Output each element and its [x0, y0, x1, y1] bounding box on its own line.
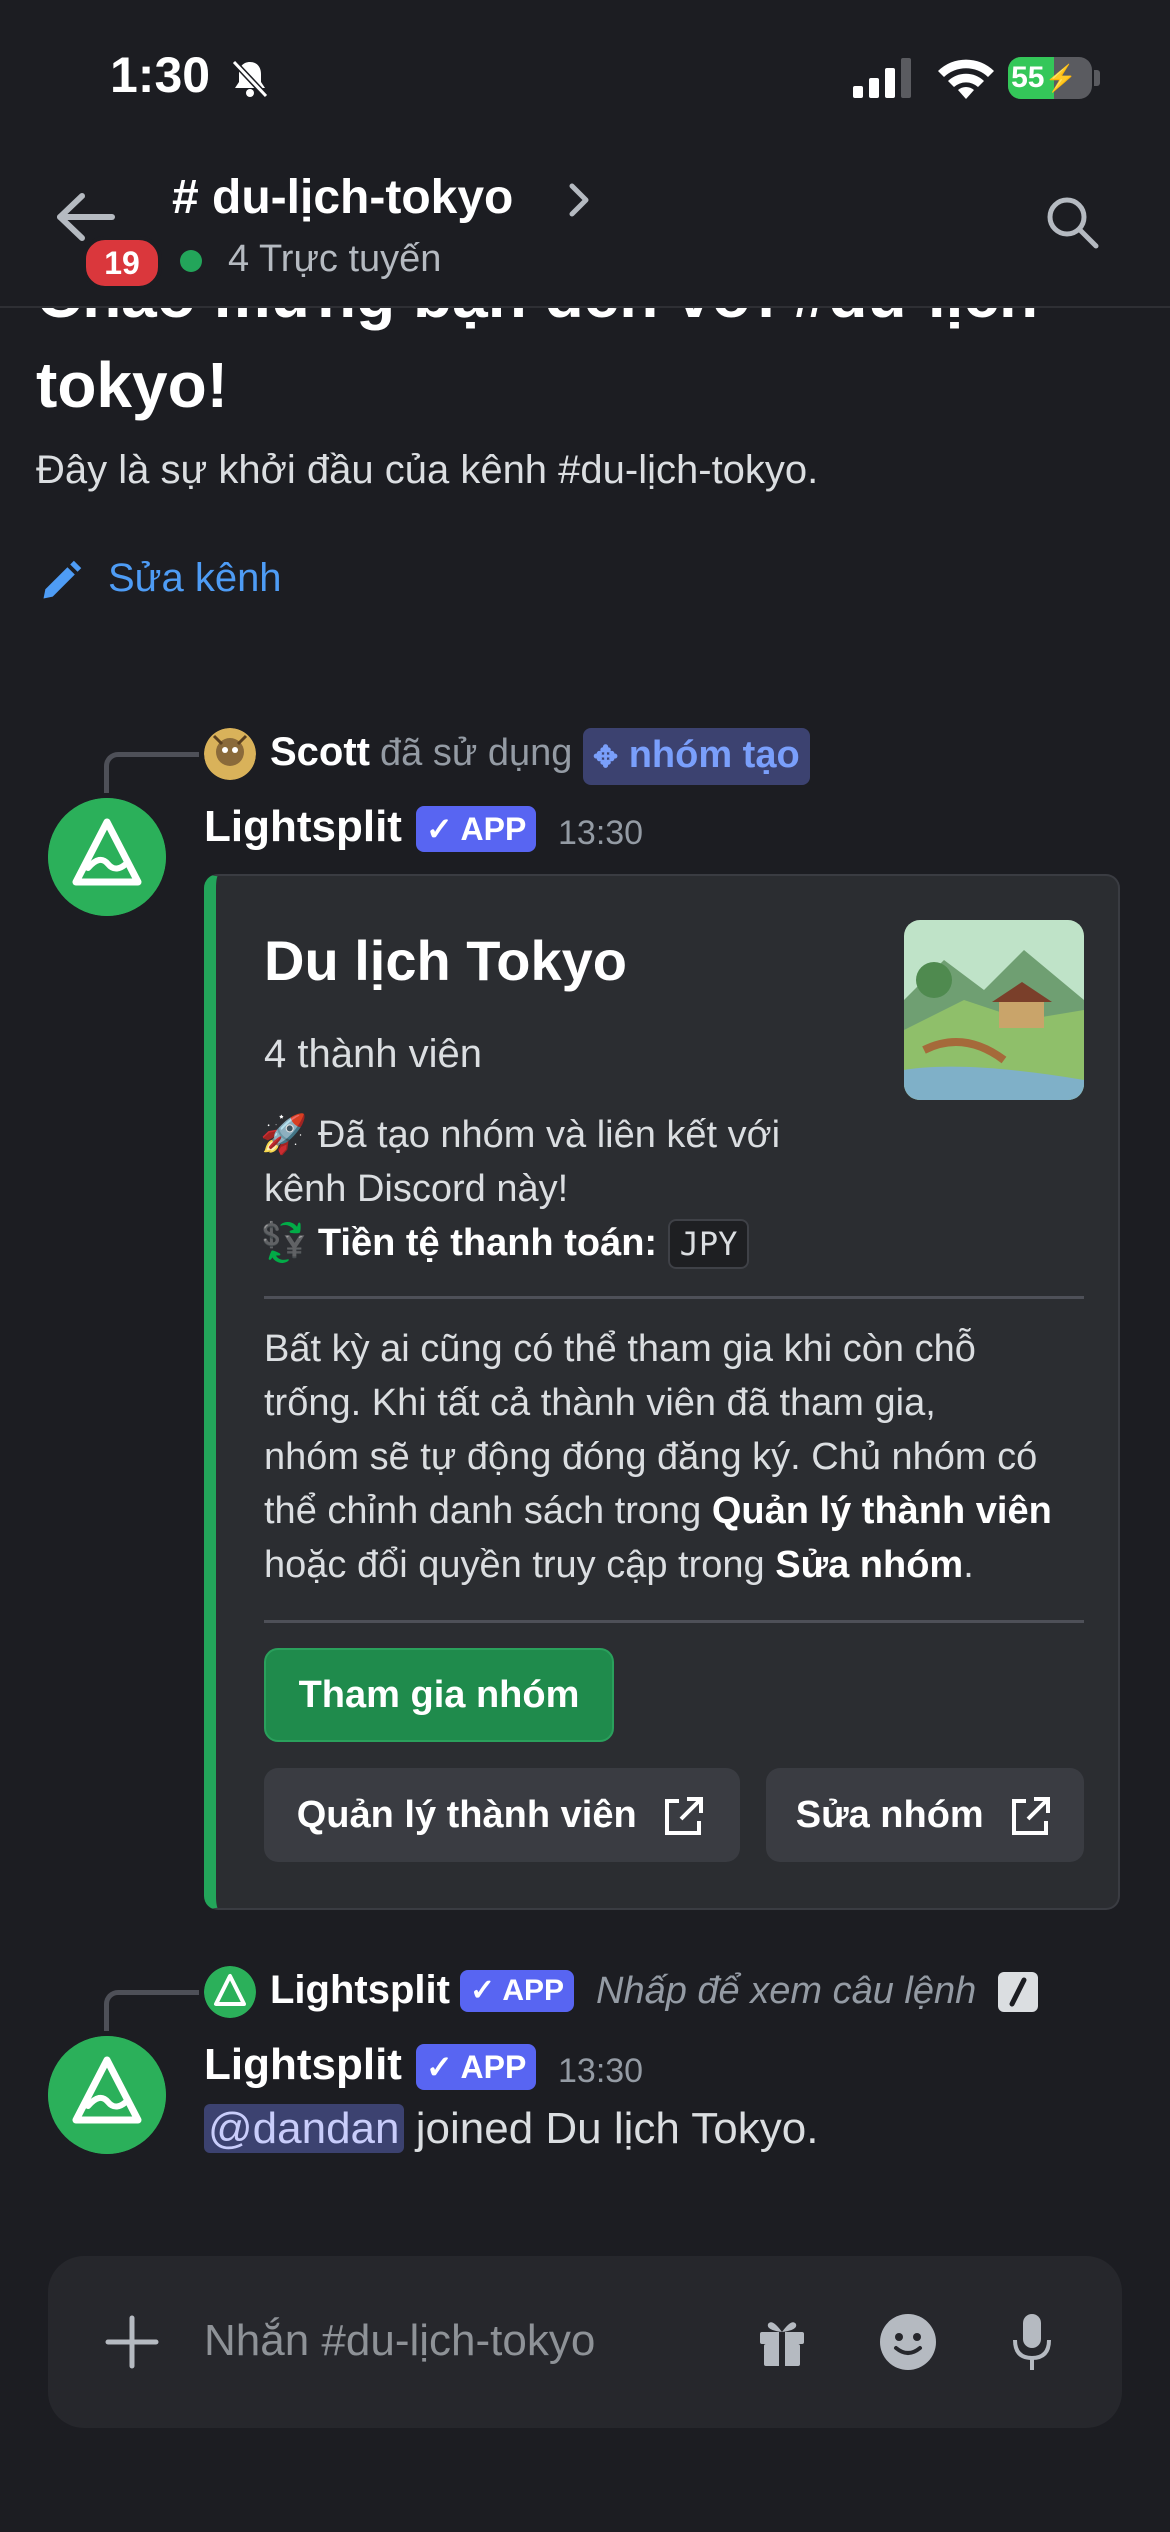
battery-indicator: 55⚡: [1008, 57, 1092, 99]
join-group-button[interactable]: Tham gia nhóm: [264, 1648, 614, 1742]
message-author[interactable]: Lightsplit: [204, 802, 402, 852]
emoji-icon[interactable]: [878, 2312, 938, 2372]
embed-divider-2: [264, 1620, 1084, 1623]
currency-value: JPY: [667, 1219, 750, 1269]
embed-desc-line2: trống. Khi tất cả thành viên đã tham gia…: [264, 1382, 936, 1424]
check-icon: ✓: [426, 811, 453, 847]
check-icon: ✓: [426, 2049, 453, 2085]
battery-percent: 55: [1011, 61, 1045, 94]
slash-command-icon: [998, 1972, 1038, 2012]
status-time: 1:30: [110, 47, 211, 103]
lightsplit-avatar[interactable]: [48, 2036, 166, 2154]
search-icon[interactable]: [1044, 194, 1100, 250]
command-pill[interactable]: ✥ nhóm tạo: [583, 728, 810, 785]
ref-action-text: đã sử dụng: [380, 732, 573, 774]
message-text: joined Du lịch Tokyo.: [403, 2104, 819, 2153]
desc-line4-text: thể chỉnh danh sách trong: [264, 1490, 712, 1532]
microphone-icon[interactable]: [1010, 2312, 1054, 2372]
online-count: 4 Trực tuyến: [228, 238, 442, 280]
desc-line5-end: .: [963, 1544, 974, 1586]
desc-line4-bold: Quản lý thành viên: [711, 1490, 1052, 1532]
message-body: @dandan joined Du lịch Tokyo.: [204, 2104, 818, 2154]
embed-line2: kênh Discord này!: [264, 1168, 569, 1210]
unread-badge: 19: [82, 236, 162, 290]
user-mention[interactable]: @dandan: [204, 2104, 404, 2153]
message-composer: Nhắn #du-lịch-tokyo: [48, 2256, 1122, 2428]
embed-desc-line4: thể chỉnh danh sách trong Quản lý thành …: [264, 1484, 1052, 1538]
external-link-icon: [1012, 1796, 1051, 1835]
currency-icon: 💱: [260, 1222, 308, 1264]
lightsplit-avatar[interactable]: [48, 798, 166, 916]
ref-hint[interactable]: Nhấp để xem câu lệnh: [596, 1970, 976, 2013]
check-icon: ✓: [470, 1974, 496, 2007]
message-timestamp: 13:30: [558, 814, 644, 852]
embed-title: Du lịch Tokyo: [264, 929, 627, 992]
embed-thumbnail[interactable]: [904, 920, 1084, 1100]
scott-avatar[interactable]: [204, 728, 256, 780]
chevron-right-icon[interactable]: [566, 180, 592, 220]
charging-icon: ⚡: [1044, 63, 1077, 93]
ref-app-tag-label: APP: [502, 1974, 565, 2007]
bell-muted-icon: [231, 59, 269, 99]
plus-icon[interactable]: [104, 2314, 160, 2370]
embed-divider: [264, 1296, 1084, 1299]
embed-desc-line5: hoặc đổi quyền truy cập trong Sửa nhóm.: [264, 1538, 974, 1592]
battery-nub: [1094, 70, 1100, 86]
command-name: nhóm tạo: [628, 734, 800, 776]
manage-members-label: Quản lý thành viên: [296, 1794, 637, 1836]
message-timestamp: 13:30: [558, 2052, 644, 2090]
wifi-icon: [938, 59, 994, 99]
embed-currency-row: 💱 Tiền tệ thanh toán: JPY: [260, 1216, 750, 1271]
pencil-icon[interactable]: [38, 556, 84, 606]
ref-username[interactable]: Lightsplit: [270, 1968, 450, 2013]
app-tag-label: APP: [460, 2049, 527, 2085]
ref-username[interactable]: Scott: [270, 730, 370, 775]
embed-line1: 🚀 Đã tạo nhóm và liên kết với: [260, 1114, 781, 1156]
channel-header: 19 # du-lịch-tokyo 4 Trực tuyến: [0, 150, 1170, 308]
online-status-dot: [180, 250, 202, 272]
channel-title[interactable]: # du-lịch-tokyo: [172, 170, 513, 225]
edit-channel-link[interactable]: Sửa kênh: [108, 556, 282, 601]
group-embed: Du lịch Tokyo 4 thành viên 🚀 Đã tạo nhóm…: [204, 874, 1120, 1910]
lightsplit-mini-avatar[interactable]: [204, 1966, 256, 2018]
welcome-subtitle: Đây là sự khởi đầu của kênh #du-lịch-tok…: [36, 448, 819, 492]
edit-group-label: Sửa nhóm: [795, 1794, 984, 1836]
embed-member-count: 4 thành viên: [264, 1032, 482, 1076]
manage-members-button[interactable]: Quản lý thành viên: [264, 1768, 740, 1862]
message-author[interactable]: Lightsplit: [204, 2040, 402, 2090]
currency-label: Tiền tệ thanh toán:: [317, 1222, 658, 1264]
join-group-label: Tham gia nhóm: [298, 1674, 580, 1716]
desc-line5-bold: Sửa nhóm: [775, 1544, 964, 1586]
ref-app-tag: ✓ APP: [460, 1970, 575, 2012]
command-icon: ✥: [593, 741, 619, 774]
embed-desc-line3: nhóm sẽ tự động đóng đăng ký. Chủ nhóm c…: [264, 1436, 1038, 1478]
external-link-icon: [665, 1796, 704, 1835]
embed-desc-line1: Bất kỳ ai cũng có thể tham gia khi còn c…: [264, 1328, 976, 1370]
gift-icon[interactable]: [754, 2314, 810, 2370]
reply-connector: [104, 752, 199, 793]
reply-connector: [104, 1990, 199, 2031]
cellular-signal-icon: [853, 58, 911, 98]
app-tag: ✓ APP: [416, 2044, 537, 2090]
edit-group-button[interactable]: Sửa nhóm: [766, 1768, 1084, 1862]
message-input[interactable]: Nhắn #du-lịch-tokyo: [204, 2316, 595, 2366]
app-tag: ✓ APP: [416, 806, 537, 852]
app-tag-label: APP: [460, 811, 527, 847]
desc-line5-text: hoặc đổi quyền truy cập trong: [264, 1544, 776, 1586]
